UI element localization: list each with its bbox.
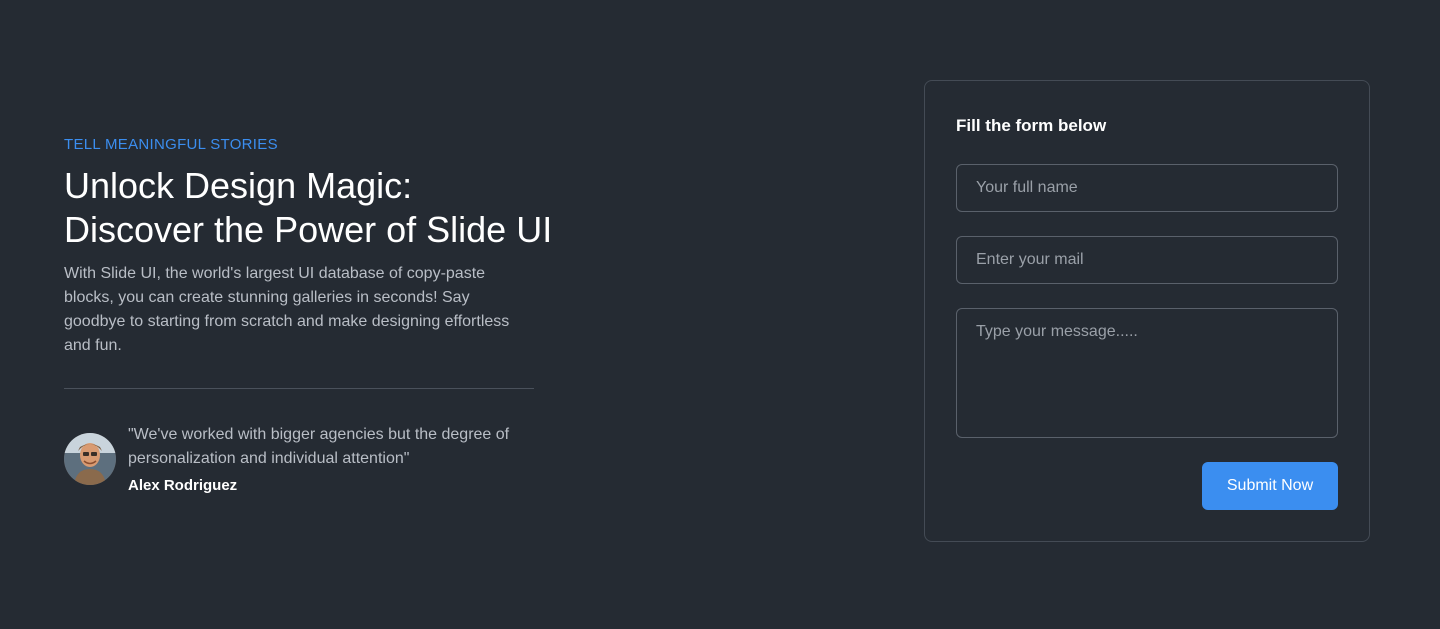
- testimonial-text: "We've worked with bigger agencies but t…: [128, 423, 548, 497]
- headline-line-2: Discover the Power of Slide UI: [64, 209, 553, 250]
- headline-line-1: Unlock Design Magic:: [64, 165, 413, 206]
- full-name-input[interactable]: [956, 164, 1338, 212]
- contact-form-card: Fill the form below Submit Now: [924, 80, 1370, 542]
- page-title: Unlock Design Magic: Discover the Power …: [64, 164, 584, 252]
- contact-section: TELL MEANINGFUL STORIES Unlock Design Ma…: [0, 0, 1440, 629]
- avatar: [64, 433, 116, 485]
- form-title: Fill the form below: [956, 116, 1107, 135]
- hero-description: With Slide UI, the world's largest UI da…: [64, 265, 510, 354]
- submit-button[interactable]: Submit Now: [1202, 462, 1338, 510]
- eyebrow-text: TELL MEANINGFUL STORIES: [64, 136, 278, 153]
- testimonial-quote: "We've worked with bigger agencies but t…: [128, 426, 510, 467]
- divider: [64, 388, 534, 389]
- email-input[interactable]: [956, 236, 1338, 284]
- testimonial: "We've worked with bigger agencies but t…: [64, 423, 584, 497]
- testimonial-author: Alex Rodriguez: [128, 477, 238, 494]
- hero-content: TELL MEANINGFUL STORIES Unlock Design Ma…: [64, 134, 584, 497]
- message-textarea[interactable]: [956, 308, 1338, 438]
